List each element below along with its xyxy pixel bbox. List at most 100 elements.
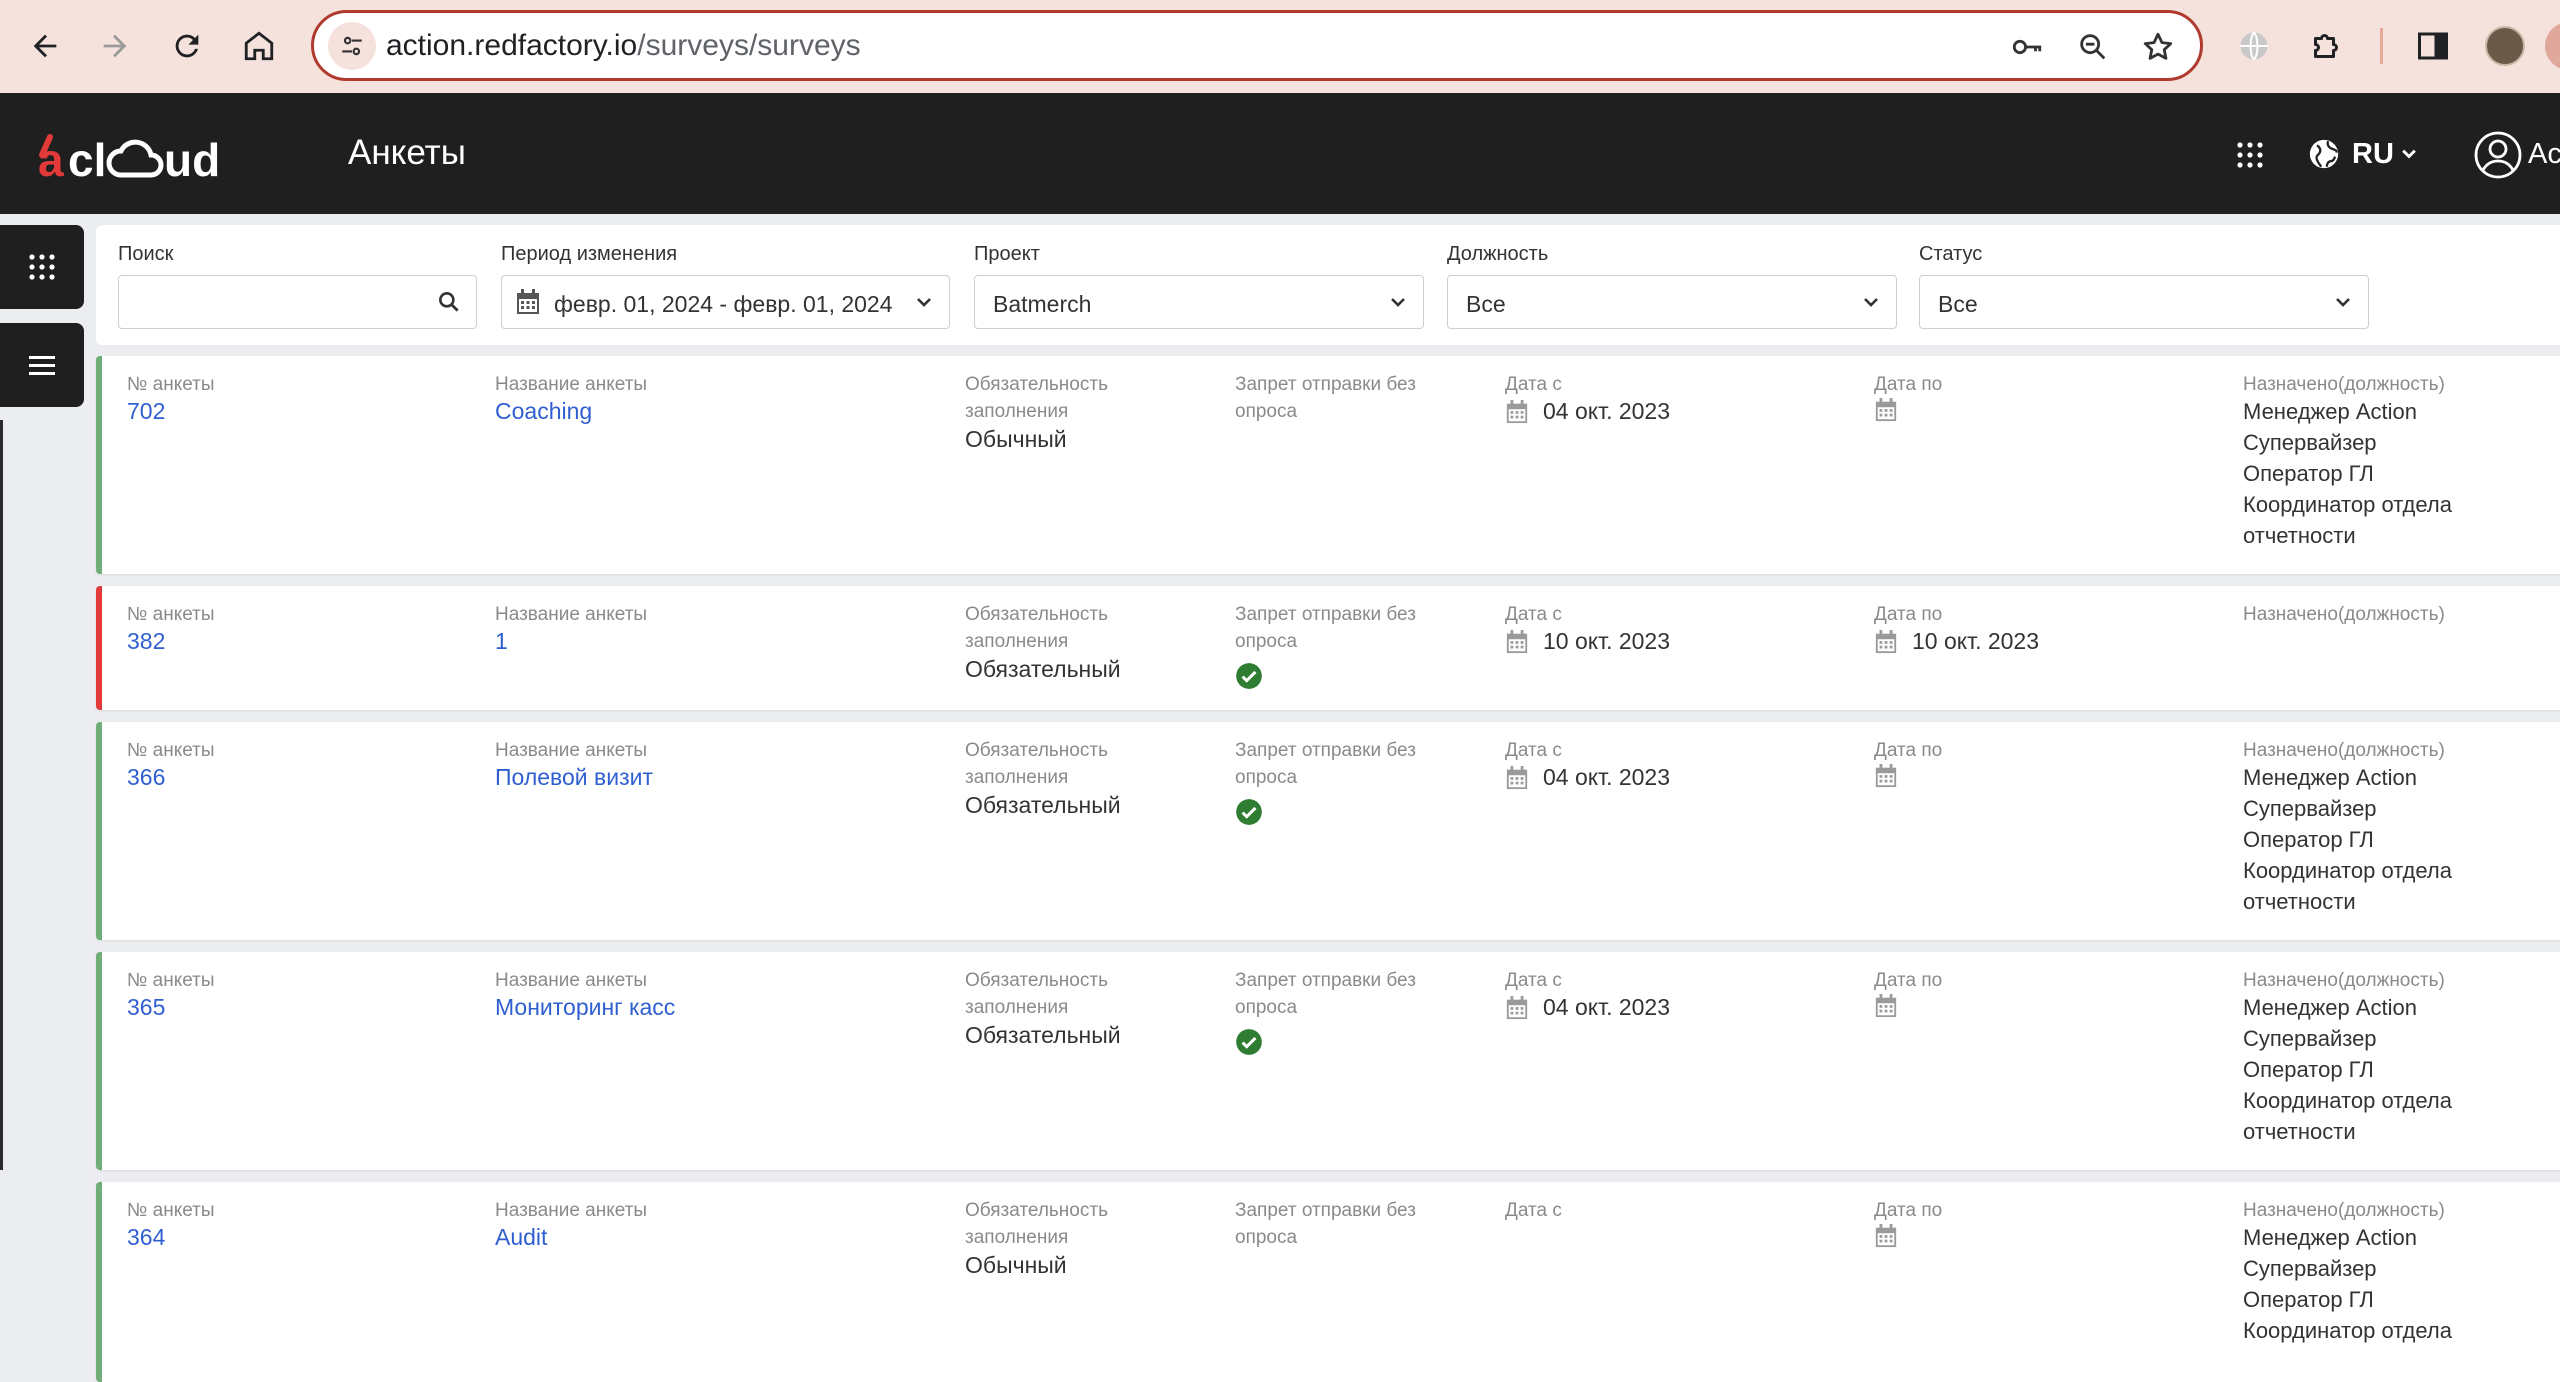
chevron-down-icon [1391, 298, 1405, 307]
page-title: Анкеты [348, 133, 466, 172]
profile-menu-edge[interactable] [2545, 22, 2560, 70]
no-submit-label-line1: Запрет отправки без [1235, 740, 1416, 761]
home-button[interactable] [233, 20, 285, 72]
site-settings-icon [342, 36, 362, 56]
required-label-line1: Обязательность [965, 970, 1108, 991]
project-select[interactable]: Batmerch [974, 275, 1424, 329]
status-select[interactable]: Все [1919, 275, 2369, 329]
date-from-text: 04 окт. 2023 [1543, 764, 1671, 790]
reload-button[interactable] [161, 20, 213, 72]
no-submit-label-line2: опроса [1235, 401, 1298, 422]
language-label[interactable]: RU [2352, 138, 2394, 171]
survey-card[interactable]: № анкеты 364 Название анкеты Audit Обяза… [96, 1182, 2560, 1382]
translate-extension-button[interactable] [2234, 26, 2274, 66]
assigned-label: Назначено(должность) [2243, 374, 2445, 395]
search-icon[interactable] [436, 289, 462, 315]
position-select[interactable]: Все [1447, 275, 1897, 329]
assigned-role: Менеджер Action [2243, 765, 2417, 790]
date-to-value [1874, 398, 1912, 422]
acloud-logo[interactable]: a cl ud [36, 133, 236, 183]
calendar-icon [1875, 764, 1897, 788]
survey-card[interactable]: № анкеты 366 Название анкеты Полевой виз… [96, 722, 2560, 940]
extensions-button[interactable] [2306, 26, 2346, 66]
survey-name-link[interactable]: Coaching [495, 398, 592, 425]
forward-icon [103, 34, 127, 58]
profile-avatar[interactable] [2485, 26, 2525, 66]
no-submit-label: Запрет отправки без опроса [1235, 737, 1416, 791]
apps-grid-button[interactable] [2232, 137, 2268, 173]
survey-number-link[interactable]: 364 [127, 1224, 165, 1251]
assigned-label: Назначено(должность) [2243, 740, 2445, 761]
date-to-label: Дата по [1874, 604, 1943, 625]
reload-icon [175, 34, 199, 58]
no-submit-label-line1: Запрет отправки без [1235, 374, 1416, 395]
side-apps-button[interactable] [0, 225, 84, 309]
assigned-role: отчетности [2243, 889, 2356, 914]
required-label-line2: заполнения [965, 767, 1069, 788]
user-circle-icon [2474, 131, 2522, 179]
assigned-role: Оператор ГЛ [2243, 1287, 2374, 1312]
survey-name-link[interactable]: Мониторинг касс [495, 994, 675, 1021]
date-to-value [1874, 764, 1912, 788]
date-to-label: Дата по [1874, 374, 1943, 395]
date-to-value [1874, 994, 1912, 1018]
assigned-label: Назначено(должность) [2243, 970, 2445, 991]
survey-card[interactable]: № анкеты 365 Название анкеты Мониторинг … [96, 952, 2560, 1170]
site-settings-button[interactable] [328, 22, 376, 70]
key-icon [2012, 39, 2042, 55]
side-menu-button[interactable] [0, 323, 84, 407]
survey-number-link[interactable]: 382 [127, 628, 165, 655]
assigned-role: Координатор отдела [2243, 858, 2452, 883]
survey-name-label: Название анкеты [495, 970, 648, 991]
survey-name-link[interactable]: Полевой визит [495, 764, 653, 791]
sidebar-edge [0, 420, 3, 1170]
assigned-role: отчетности [2243, 1119, 2356, 1144]
user-label[interactable]: Ac [2528, 138, 2560, 171]
language-chevron[interactable] [2398, 143, 2420, 165]
side-panel-button[interactable] [2413, 26, 2453, 66]
no-submit-label: Запрет отправки без опроса [1235, 967, 1416, 1021]
assigned-role: Оператор ГЛ [2243, 1057, 2374, 1082]
check-circle-icon [1236, 799, 1262, 825]
survey-name-label: Название анкеты [495, 604, 648, 625]
calendar-icon [1506, 399, 1528, 423]
user-menu-button[interactable] [2473, 130, 2523, 180]
required-label: Обязательность заполнения [965, 967, 1108, 1021]
language-selector[interactable] [2305, 135, 2343, 173]
address-bar[interactable]: action.redfactory.io/surveys/surveys [311, 10, 2203, 81]
apps-grid-icon [2237, 142, 2263, 168]
survey-name-label: Название анкеты [495, 740, 648, 761]
url-path: /surveys/surveys [637, 29, 861, 62]
forward-button[interactable] [89, 20, 141, 72]
zoom-icon [2080, 34, 2106, 60]
survey-number-link[interactable]: 366 [127, 764, 165, 791]
svg-text:a: a [38, 134, 64, 183]
survey-number-label: № анкеты [127, 374, 215, 395]
survey-card[interactable]: № анкеты 382 Название анкеты 1 Обязатель… [96, 586, 2560, 710]
date-from-value: 04 окт. 2023 [1505, 994, 1670, 1021]
required-label-line1: Обязательность [965, 1200, 1108, 1221]
required-label: Обязательность заполнения [965, 1197, 1108, 1251]
star-icon [2143, 32, 2173, 60]
survey-number-link[interactable]: 702 [127, 398, 165, 425]
date-to-value [1874, 1224, 1912, 1248]
search-input[interactable] [118, 275, 477, 329]
required-label-line1: Обязательность [965, 740, 1108, 761]
period-select[interactable]: февр. 01, 2024 - февр. 01, 2024 [501, 275, 950, 329]
survey-name-link[interactable]: Audit [495, 1224, 547, 1251]
survey-card[interactable]: № анкеты 702 Название анкеты Coaching Об… [96, 356, 2560, 574]
position-value: Все [1466, 291, 1506, 317]
period-value: февр. 01, 2024 - февр. 01, 2024 [554, 291, 893, 317]
survey-name-link[interactable]: 1 [495, 628, 508, 655]
assigned-roles: Менеджер Action Супервайзер Оператор ГЛ Коо… [2243, 396, 2452, 551]
survey-number-link[interactable]: 365 [127, 994, 165, 1021]
no-submit-label-line2: опроса [1235, 1227, 1298, 1248]
bookmark-star-button[interactable] [2140, 29, 2176, 65]
menu-icon [29, 356, 55, 375]
calendar-icon [1506, 629, 1528, 653]
zoom-button[interactable] [2075, 29, 2111, 65]
password-key-button[interactable] [2009, 29, 2045, 65]
assigned-role: Супервайзер [2243, 430, 2377, 455]
back-button[interactable] [19, 20, 71, 72]
date-from-text: 04 окт. 2023 [1543, 994, 1671, 1020]
